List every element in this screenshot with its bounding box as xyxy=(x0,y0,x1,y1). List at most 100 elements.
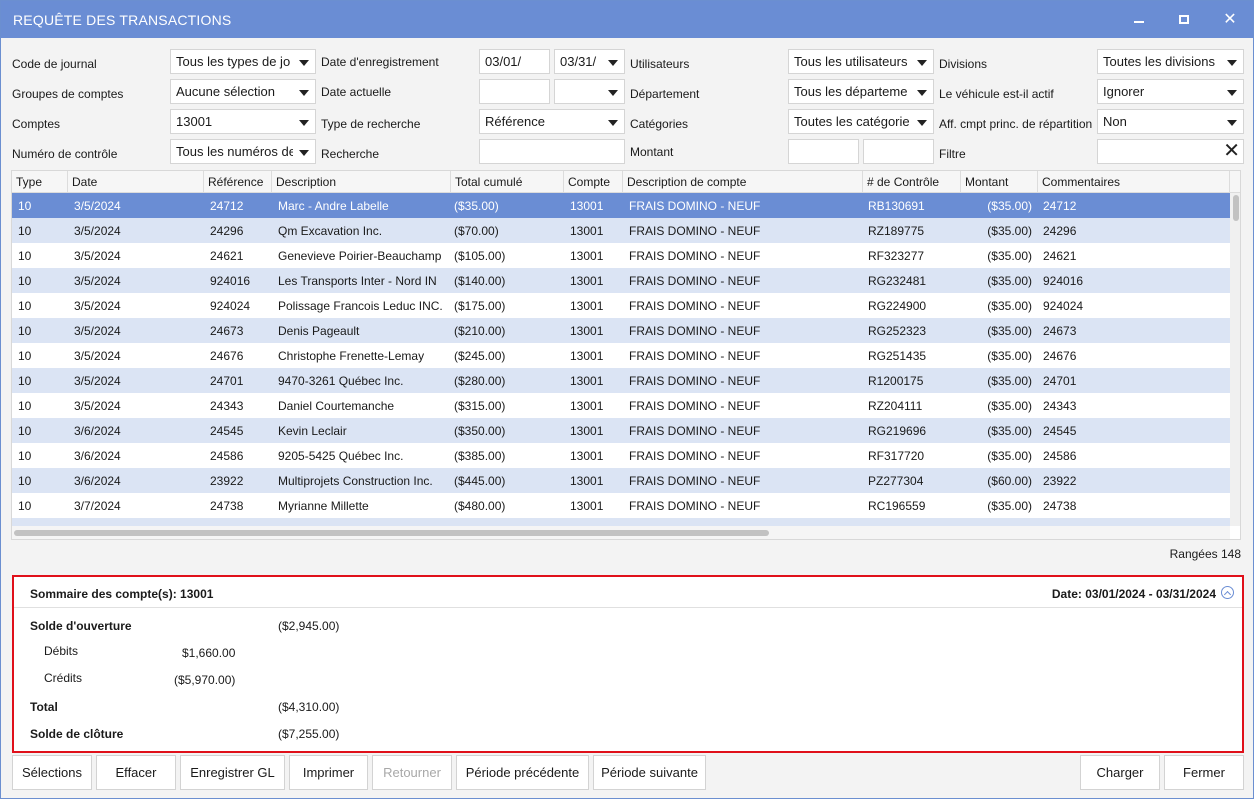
column-header[interactable]: Montant xyxy=(961,171,1038,193)
utilisateurs-select[interactable]: Tous les utilisateurs xyxy=(788,49,934,74)
chevron-down-icon xyxy=(917,90,927,96)
chevron-down-icon xyxy=(917,120,927,126)
table-cell: ($35.00) xyxy=(987,424,1032,438)
table-row[interactable]: 10 3/5/2024 924024 Polissage Francois Leduc… xyxy=(12,293,1230,318)
chevron-down-icon xyxy=(608,60,618,66)
horizontal-scroll-thumb[interactable] xyxy=(14,530,769,536)
table-cell: FRAIS DOMINO - NEUF xyxy=(629,199,761,213)
horizontal-scrollbar[interactable] xyxy=(12,526,1230,539)
table-cell: 3/5/2024 xyxy=(74,299,121,313)
date-enregistrement-from-input[interactable]: 03/01/ xyxy=(479,49,550,74)
table-row[interactable]: 10 3/7/2024 24738 Myrianne Millette ($480.00… xyxy=(12,493,1230,518)
table-row[interactable]: 10 3/7/2024 24640 Guy Morin ($515.00) 13001 FR… xyxy=(12,518,1230,526)
debits-value: $1,660.00 xyxy=(182,646,236,660)
montant-to-input[interactable] xyxy=(863,139,934,164)
charger-button[interactable]: Charger xyxy=(1080,755,1160,790)
table-cell: 24676 xyxy=(1043,349,1077,363)
numero-controle-select[interactable]: Tous les numéros de xyxy=(170,139,316,164)
column-header[interactable]: Commentaires xyxy=(1038,171,1230,193)
chevron-down-icon xyxy=(1227,60,1237,66)
recherche-input[interactable] xyxy=(479,139,625,164)
table-row[interactable]: 10 3/5/2024 24296 Qm Excavation Inc. ($70.00… xyxy=(12,218,1230,243)
montant-from-input[interactable] xyxy=(788,139,859,164)
table-cell: RG219696 xyxy=(868,424,927,438)
close-button[interactable]: ✕ xyxy=(1220,9,1240,29)
table-cell: 24621 xyxy=(1043,249,1077,263)
table-cell: 10 xyxy=(18,299,32,313)
table-row[interactable]: 10 3/5/2024 924016 Les Transports Inter - N… xyxy=(12,268,1230,293)
categories-select[interactable]: Toutes les catégorie xyxy=(788,109,934,134)
date-actuelle-to-input[interactable] xyxy=(554,79,625,104)
vertical-scrollbar[interactable] xyxy=(1230,193,1240,526)
effacer-button[interactable]: Effacer xyxy=(96,755,176,790)
clear-filter-icon[interactable]: ✕ xyxy=(1223,140,1240,162)
comptes-select[interactable]: 13001 xyxy=(170,109,316,134)
rows-count: Rangées 148 xyxy=(1169,547,1241,561)
vertical-scroll-thumb[interactable] xyxy=(1233,195,1239,221)
enregistrer-gl-button[interactable]: Enregistrer GL xyxy=(180,755,285,790)
maximize-button[interactable] xyxy=(1174,9,1194,29)
table-cell: 10 xyxy=(18,424,32,438)
table-row[interactable]: 10 3/5/2024 24343 Daniel Courtemanche ($315.… xyxy=(12,393,1230,418)
retourner-button[interactable]: Retourner xyxy=(372,755,452,790)
column-header[interactable]: Description xyxy=(272,171,451,193)
numero-controle-value: Tous les numéros de xyxy=(176,144,293,159)
imprimer-button[interactable]: Imprimer xyxy=(289,755,368,790)
chevron-down-icon xyxy=(1227,90,1237,96)
groupes-comptes-value: Aucune sélection xyxy=(176,84,276,99)
column-header[interactable]: Type xyxy=(12,171,68,193)
table-row[interactable]: 10 3/5/2024 24701 9470-3261 Québec Inc. ($28… xyxy=(12,368,1230,393)
total-label: Total xyxy=(30,700,58,714)
periode-suivante-button[interactable]: Période suivante xyxy=(593,755,706,790)
table-cell: ($35.00) xyxy=(987,199,1032,213)
groupes-comptes-select[interactable]: Aucune sélection xyxy=(170,79,316,104)
table-cell: ($445.00) xyxy=(454,474,506,488)
table-cell: 3/6/2024 xyxy=(74,474,121,488)
table-cell: 10 xyxy=(18,518,66,526)
table-cell: 13001 xyxy=(570,518,621,526)
table-cell: Kevin Leclair xyxy=(278,424,347,438)
table-row[interactable]: 10 3/6/2024 24545 Kevin Leclair ($350.00) 130… xyxy=(12,418,1230,443)
column-header[interactable]: # de Contrôle xyxy=(863,171,961,193)
column-header[interactable]: Total cumulé xyxy=(451,171,564,193)
table-cell: 10 xyxy=(18,274,32,288)
date-enregistrement-to-input[interactable]: 03/31/ xyxy=(554,49,625,74)
table-cell: ($515.00) xyxy=(454,518,559,526)
table-row[interactable]: 10 3/5/2024 24621 Genevieve Poirier-Beaucha… xyxy=(12,243,1230,268)
column-header[interactable]: Compte xyxy=(564,171,623,193)
table-row[interactable]: 10 3/5/2024 24673 Denis Pageault ($210.00) 13… xyxy=(12,318,1230,343)
filtre-input[interactable]: ✕ xyxy=(1097,139,1244,164)
table-cell: 924024 xyxy=(210,299,251,313)
date-from-value: 03/01/ xyxy=(485,54,522,69)
vehicule-actif-select[interactable]: Ignorer xyxy=(1097,79,1244,104)
collapse-icon[interactable] xyxy=(1221,586,1234,599)
table-row[interactable]: 10 3/6/2024 24586 9205-5425 Québec Inc. ($38… xyxy=(12,443,1230,468)
departement-select[interactable]: Tous les départeme xyxy=(788,79,934,104)
table-row[interactable]: 10 3/6/2024 23922 Multiprojets Construction… xyxy=(12,468,1230,493)
table-row[interactable]: 10 3/5/2024 24676 Christophe Frenette-Lemay… xyxy=(12,343,1230,368)
table-cell: 924024 xyxy=(1043,299,1084,313)
column-header[interactable]: Date xyxy=(68,171,204,193)
aff-cmpt-select[interactable]: Non xyxy=(1097,109,1244,134)
chevron-down-icon xyxy=(299,60,309,66)
table-cell: 3/5/2024 xyxy=(74,349,121,363)
type-recherche-select[interactable]: Référence xyxy=(479,109,625,134)
table-cell: FRAIS DOMINO - NEUF xyxy=(629,374,761,388)
column-header[interactable]: Référence xyxy=(204,171,272,193)
table-cell: 3/5/2024 xyxy=(74,249,121,263)
fermer-button[interactable]: Fermer xyxy=(1164,755,1244,790)
code-journal-select[interactable]: Tous les types de jo xyxy=(170,49,316,74)
table-row[interactable]: 10 3/5/2024 24712 Marc - Andre Labelle ($35.… xyxy=(12,193,1230,218)
table-cell: ($350.00) xyxy=(454,424,506,438)
opening-balance-label: Solde d'ouverture xyxy=(30,619,132,633)
date-actuelle-from-input[interactable] xyxy=(479,79,550,104)
column-header[interactable]: Description de compte xyxy=(623,171,863,193)
divisions-select[interactable]: Toutes les divisions xyxy=(1097,49,1244,74)
table-cell: FRAIS DOMINO - NEUF xyxy=(629,518,861,526)
selections-button[interactable]: Sélections xyxy=(12,755,92,790)
minimize-button[interactable] xyxy=(1129,9,1149,29)
table-cell: 13001 xyxy=(570,224,604,238)
periode-precedente-button[interactable]: Période précédente xyxy=(456,755,589,790)
table-cell: RG251435 xyxy=(868,349,927,363)
table-cell: 24738 xyxy=(1043,499,1077,513)
